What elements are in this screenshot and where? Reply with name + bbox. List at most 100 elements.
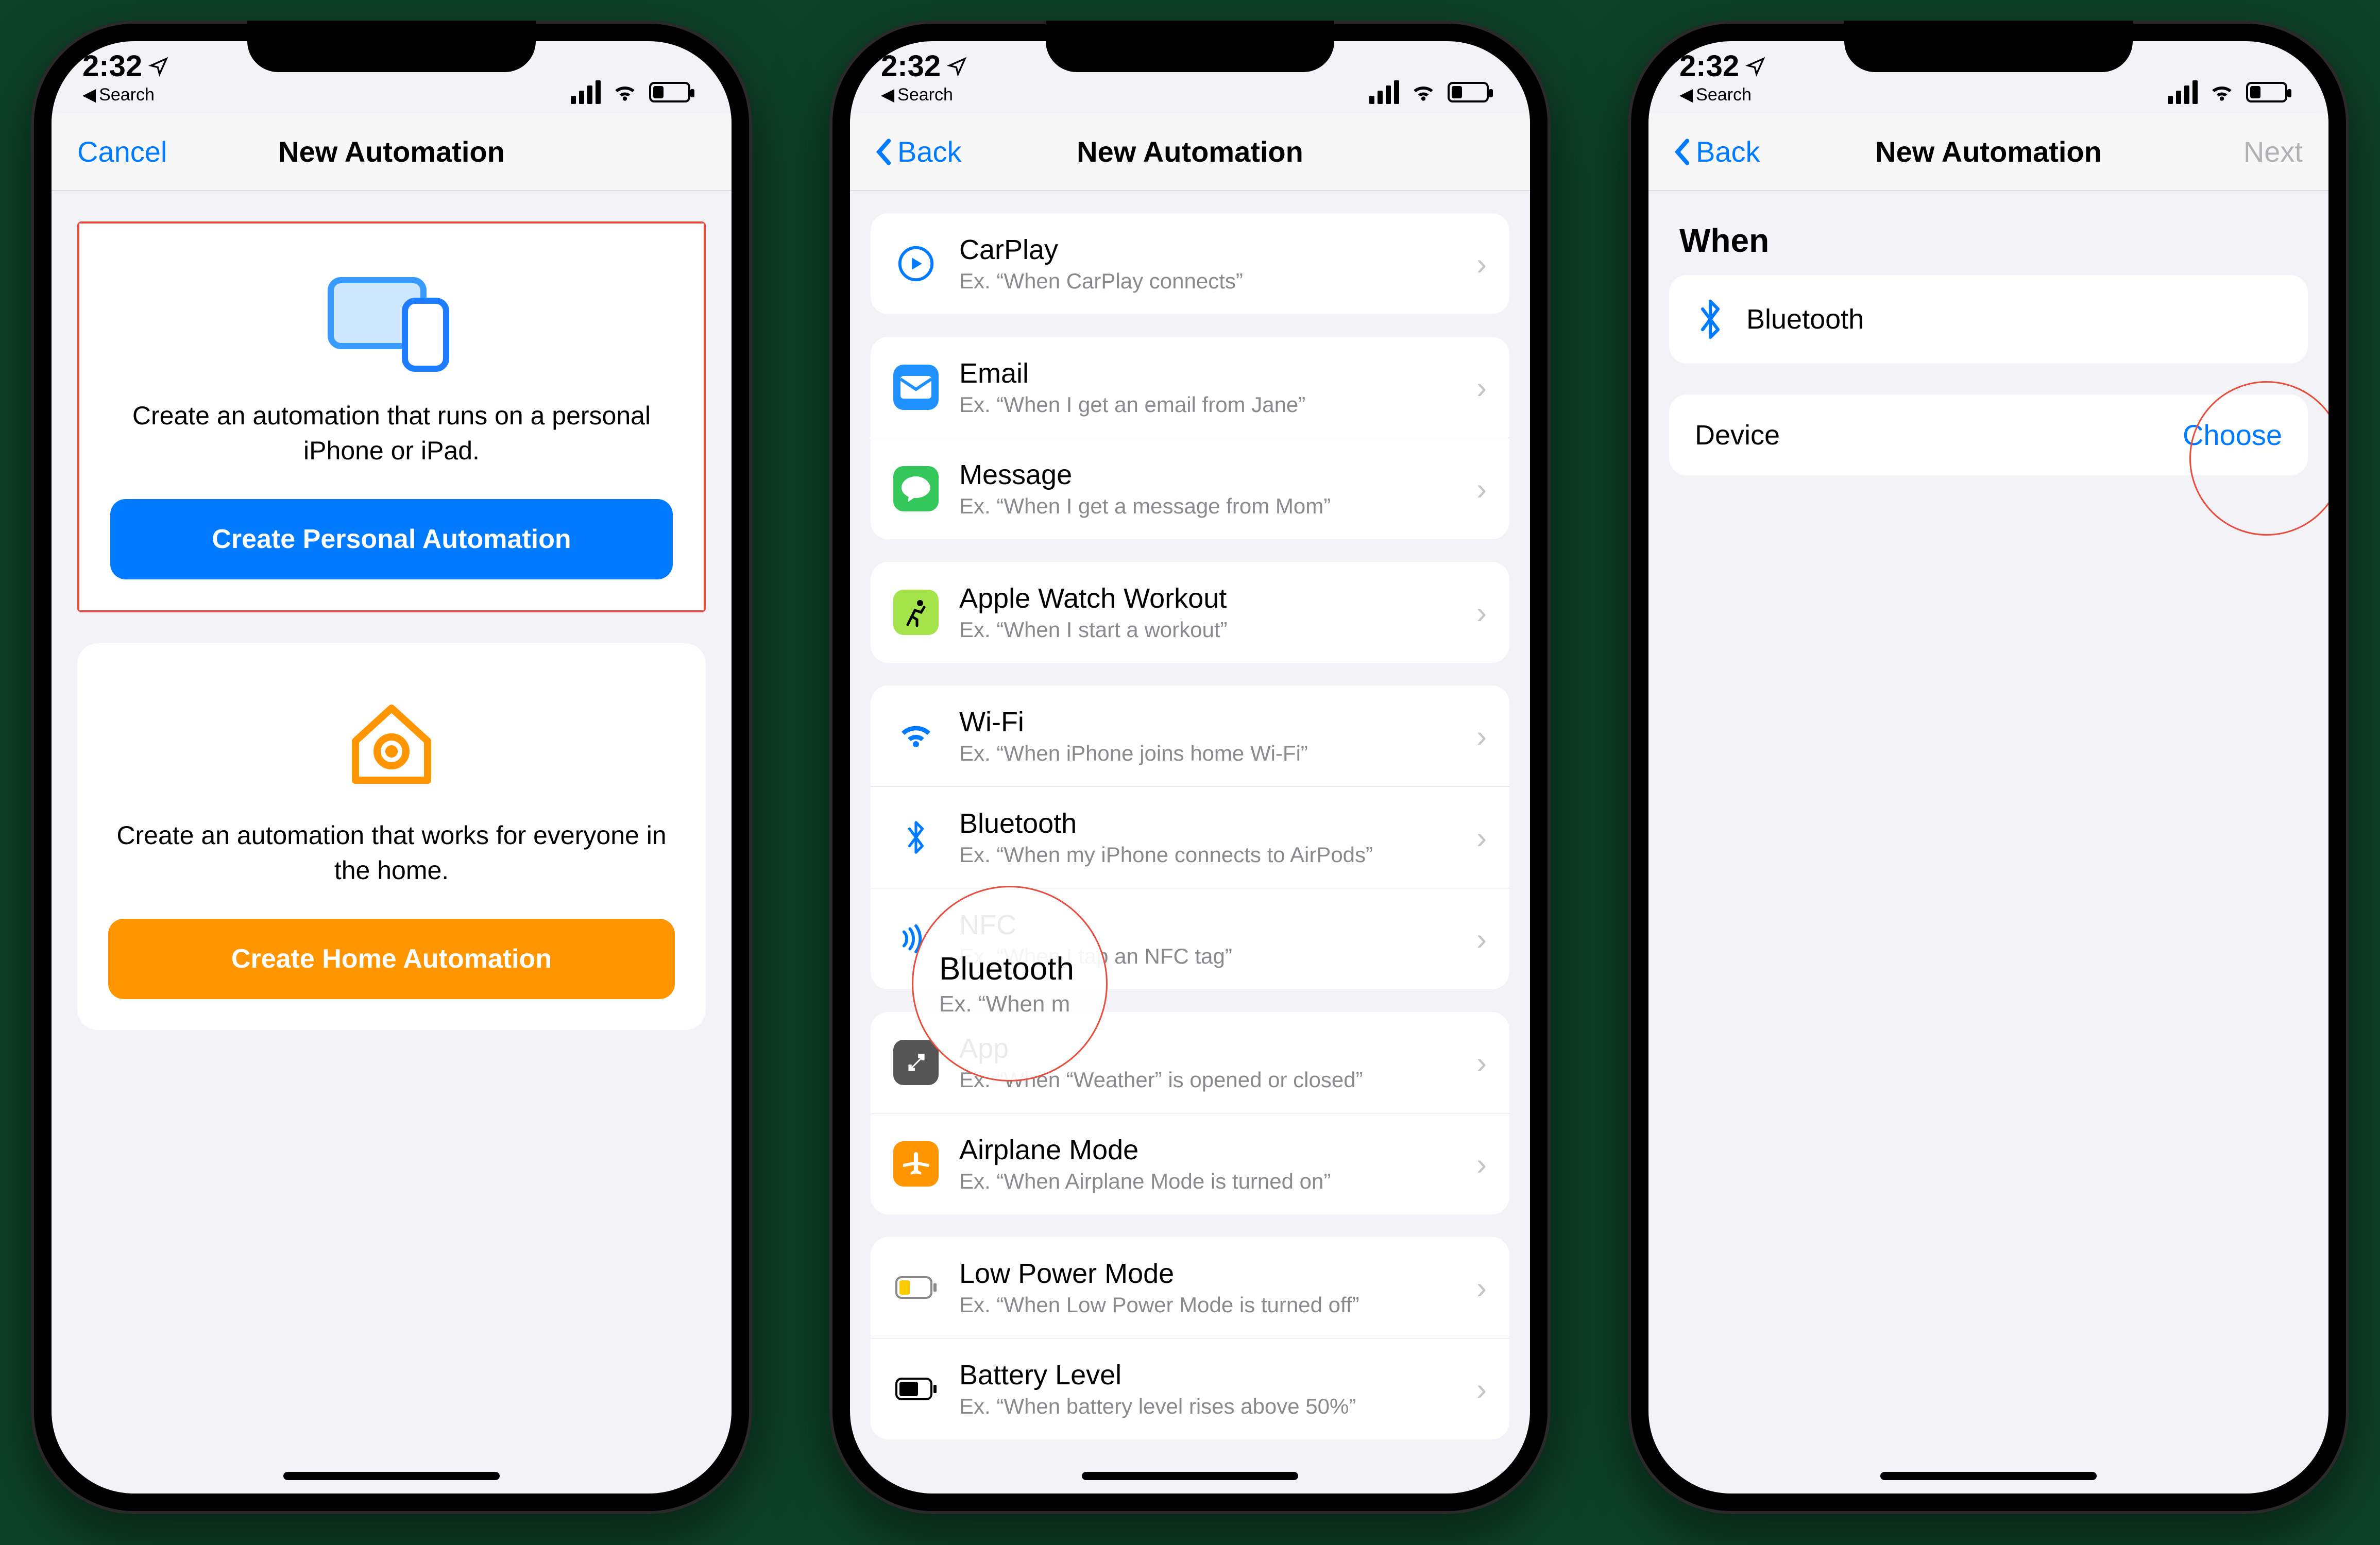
row-title: Low Power Mode xyxy=(959,1258,1456,1290)
home-desc: Create an automation that works for ever… xyxy=(108,818,675,888)
app-icon xyxy=(893,1040,939,1085)
trigger-row-wifi[interactable]: Wi-FiEx. “When iPhone joins home Wi-Fi”› xyxy=(871,685,1509,786)
device-row[interactable]: Device Choose xyxy=(1669,394,2308,475)
message-icon xyxy=(893,466,939,511)
chevron-right-icon: › xyxy=(1476,471,1487,507)
row-title: Email xyxy=(959,357,1456,389)
row-title: NFC xyxy=(959,909,1456,941)
nav-cancel[interactable]: Cancel xyxy=(77,135,211,168)
home-indicator[interactable] xyxy=(283,1472,500,1480)
row-title: Apple Watch Workout xyxy=(959,582,1456,614)
trigger-row-message[interactable]: MessageEx. “When I get a message from Mo… xyxy=(871,438,1509,539)
wifi-icon xyxy=(1410,79,1436,105)
home-indicator[interactable] xyxy=(1880,1472,2097,1480)
battery-icon xyxy=(1448,82,1489,102)
device-label: Device xyxy=(1695,419,2162,451)
trigger-group: App Ex. “When “Weather” is opened or clos… xyxy=(871,1012,1509,1214)
wifi-icon xyxy=(2209,79,2235,105)
device-choose-button[interactable]: Choose xyxy=(2183,418,2282,452)
row-subtitle: Ex. “When my iPhone connects to AirPods” xyxy=(959,843,1456,867)
trigger-row-nfc[interactable]: NFC Ex. “When I tap an NFC tag” › xyxy=(871,888,1509,989)
status-time: 2:32 xyxy=(1679,49,1739,83)
row-subtitle: Ex. “When battery level rises above 50%” xyxy=(959,1394,1456,1419)
chevron-right-icon: › xyxy=(1476,718,1487,754)
row-subtitle: Ex. “When CarPlay connects” xyxy=(959,269,1456,294)
chevron-left-icon: ◀ xyxy=(1679,84,1693,105)
trigger-row-carplay[interactable]: CarPlay Ex. “When CarPlay connects” › xyxy=(871,213,1509,314)
row-subtitle: Ex. “When I tap an NFC tag” xyxy=(959,944,1456,969)
notch xyxy=(247,21,536,72)
trigger-row-app[interactable]: App Ex. “When “Weather” is opened or clos… xyxy=(871,1012,1509,1113)
status-time: 2:32 xyxy=(881,49,941,83)
trigger-row-workout[interactable]: Apple Watch Workout Ex. “When I start a w… xyxy=(871,562,1509,663)
nav-back[interactable]: Back xyxy=(876,135,1010,168)
create-home-automation-button[interactable]: Create Home Automation xyxy=(108,919,675,999)
nav-back[interactable]: Back xyxy=(1674,135,1808,168)
row-subtitle: Ex. “When Airplane Mode is turned on” xyxy=(959,1169,1456,1194)
row-title: Airplane Mode xyxy=(959,1134,1456,1166)
nav-next: Next xyxy=(2169,135,2303,168)
trigger-row-airplane[interactable]: Airplane Mode Ex. “When Airplane Mode is … xyxy=(871,1113,1509,1214)
battery-icon xyxy=(649,82,690,102)
trigger-row-battery[interactable]: Battery LevelEx. “When battery level ris… xyxy=(871,1338,1509,1439)
home-icon xyxy=(108,684,675,798)
create-personal-automation-button[interactable]: Create Personal Automation xyxy=(110,499,673,579)
chevron-right-icon: › xyxy=(1476,595,1487,630)
breadcrumb-back[interactable]: ◀ Search xyxy=(881,84,953,105)
trigger-row-bluetooth[interactable]: Bluetooth xyxy=(1669,275,2308,364)
trigger-list[interactable]: CarPlay Ex. “When CarPlay connects” › Email… xyxy=(850,191,1530,1494)
trigger-row-email[interactable]: Email Ex. “When I get an email from Jane”… xyxy=(871,337,1509,438)
airplane-icon xyxy=(893,1141,939,1187)
row-subtitle: Ex. “When I get a message from Mom” xyxy=(959,494,1456,519)
trigger-group: Email Ex. “When I get an email from Jane”… xyxy=(871,337,1509,539)
chevron-left-icon xyxy=(876,138,893,166)
location-icon xyxy=(1745,56,1766,77)
nav-title: New Automation xyxy=(1875,135,2102,168)
chevron-left-icon: ◀ xyxy=(82,84,96,105)
email-icon xyxy=(893,365,939,410)
wifi-icon xyxy=(612,79,638,105)
row-title: CarPlay xyxy=(959,234,1456,266)
row-title: Wi-Fi xyxy=(959,706,1456,738)
location-icon xyxy=(947,56,967,77)
breadcrumb-back[interactable]: ◀ Search xyxy=(82,84,155,105)
battery-icon xyxy=(2246,82,2287,102)
trigger-group: Wi-FiEx. “When iPhone joins home Wi-Fi”›… xyxy=(871,685,1509,989)
status-time: 2:32 xyxy=(82,49,142,83)
chevron-right-icon: › xyxy=(1476,1270,1487,1306)
nfc-icon xyxy=(893,916,939,962)
trigger-group: CarPlay Ex. “When CarPlay connects” › xyxy=(871,213,1509,314)
trigger-row-lowpower[interactable]: Low Power Mode Ex. “When Low Power Mode i… xyxy=(871,1237,1509,1338)
carplay-icon xyxy=(893,241,939,286)
nav-bar: Back New Automation xyxy=(850,113,1530,191)
row-subtitle: Ex. “When I get an email from Jane” xyxy=(959,392,1456,417)
lowpower-icon xyxy=(893,1265,939,1310)
nav-bar: Cancel New Automation xyxy=(52,113,732,191)
row-title: App xyxy=(959,1033,1456,1065)
nav-title: New Automation xyxy=(278,135,505,168)
personal-automation-card: Create an automation that runs on a pers… xyxy=(79,224,704,610)
location-icon xyxy=(148,56,169,77)
row-subtitle: Ex. “When “Weather” is opened or closed” xyxy=(959,1068,1456,1092)
home-automation-card: Create an automation that works for ever… xyxy=(77,643,706,1030)
personal-automation-highlight: Create an automation that runs on a pers… xyxy=(77,221,706,612)
trigger-group: Low Power Mode Ex. “When Low Power Mode i… xyxy=(871,1237,1509,1439)
row-subtitle: Ex. “When I start a workout” xyxy=(959,617,1456,642)
workout-icon xyxy=(893,590,939,635)
chevron-right-icon: › xyxy=(1476,820,1487,855)
signal-icon xyxy=(571,80,601,104)
chevron-right-icon: › xyxy=(1476,1146,1487,1182)
trigger-row-bluetooth[interactable]: BluetoothEx. “When my iPhone connects to… xyxy=(871,786,1509,888)
breadcrumb-back[interactable]: ◀ Search xyxy=(1679,84,1752,105)
home-indicator[interactable] xyxy=(1082,1472,1298,1480)
notch xyxy=(1844,21,2133,72)
phone-2: 2:32 ◀ Search Back New Automation xyxy=(829,21,1551,1514)
chevron-left-icon xyxy=(1674,138,1692,166)
nav-title: New Automation xyxy=(1077,135,1303,168)
devices-icon xyxy=(110,265,673,378)
chevron-right-icon: › xyxy=(1476,921,1487,957)
chevron-right-icon: › xyxy=(1476,246,1487,282)
bluetooth-icon xyxy=(893,815,939,860)
row-subtitle: Ex. “When Low Power Mode is turned off” xyxy=(959,1293,1456,1317)
chevron-right-icon: › xyxy=(1476,1371,1487,1407)
